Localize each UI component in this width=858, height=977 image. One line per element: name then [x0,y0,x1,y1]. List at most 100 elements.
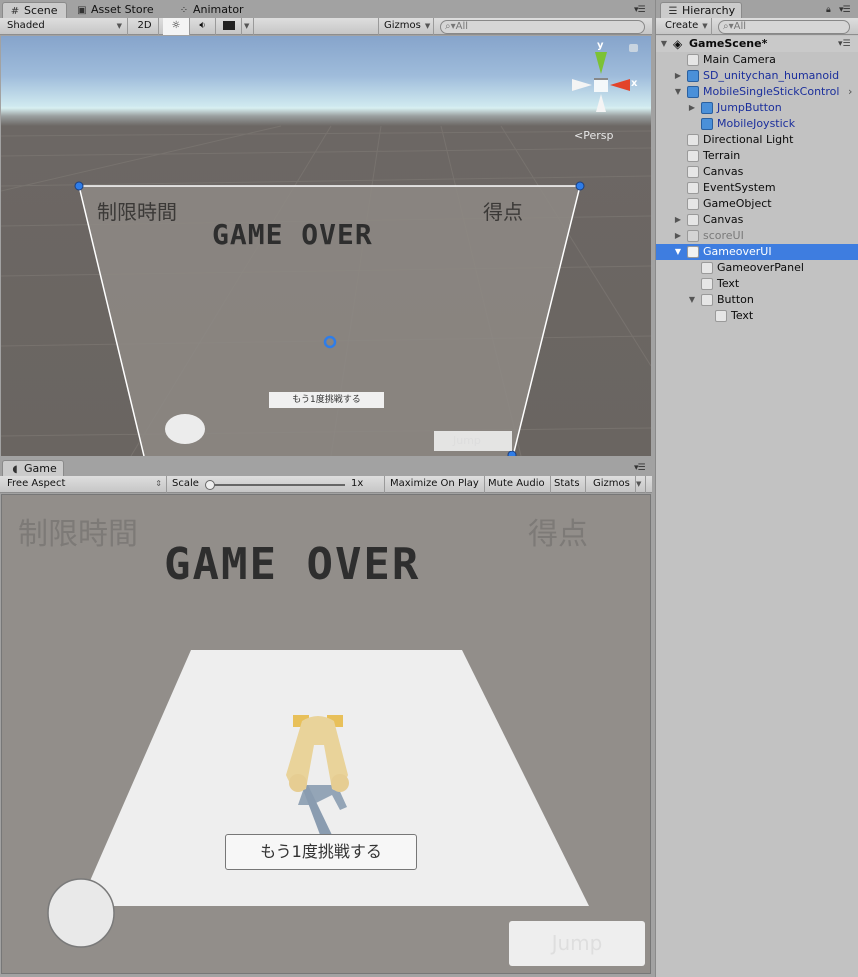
gameobject-cube-icon [687,166,699,178]
aspect-value: Free Aspect [7,478,66,489]
gameobject-cube-icon [701,278,713,290]
gameover-text: GAME OVER [164,539,421,590]
hierarchy-menu-icon[interactable]: ▾☰ [839,5,851,15]
canvas-handle-bottom-right[interactable] [507,450,517,456]
hierarchy-item[interactable]: ▶ JumpButton [656,100,858,116]
hierarchy-item[interactable]: GameoverPanel [656,260,858,276]
scale-slider-thumb[interactable] [205,480,215,490]
hierarchy-item[interactable]: Directional Light [656,132,858,148]
chevron-down-icon: ▼ [244,22,250,30]
game-viewport[interactable]: 制限時間 得点 GAME OVER もう1度挑戦する Jump [1,494,651,974]
tab-game[interactable]: ◖ Game [2,460,64,476]
x-axis-cone-icon[interactable] [610,79,630,91]
expand-arrow-icon[interactable]: ▼ [673,244,683,260]
list-icon: ☰ [668,6,678,17]
tab-animator[interactable]: ⁘ Animator [172,2,250,18]
neg-x-cone-icon[interactable] [572,79,592,91]
hierarchy-item[interactable]: Text [656,308,858,324]
chevron-down-icon: ▼ [424,22,431,30]
scene-search-input[interactable]: ⌕▾All [440,20,645,34]
hierarchy-item-label: Text [731,309,754,322]
hierarchy-item-label: SD_unitychan_humanoid [703,69,840,82]
scene-root-row[interactable]: ▼ ◈ GameScene* ▾☰ [656,36,858,52]
game-gizmos-dropdown[interactable]: ▼ [634,476,646,493]
game-panel-menu-icon[interactable]: ▾☰ [634,463,646,473]
retry-button[interactable]: もう1度挑戦する [225,834,417,870]
scene-retry-button: もう1度挑戦する [269,392,384,408]
search-icon: ⌕▾ [723,21,734,32]
y-axis-cone-icon[interactable] [595,52,607,74]
hierarchy-item[interactable]: MobileJoystick [656,116,858,132]
prefab-cube-icon [687,86,699,98]
collapse-arrow-icon[interactable]: ▶ [673,228,683,244]
lock-icon[interactable] [629,44,638,52]
hierarchy-item[interactable]: ▶ Canvas [656,212,858,228]
expand-arrow-icon[interactable]: ▼ [673,84,683,100]
canvas-handle-top-right[interactable] [575,181,585,191]
hierarchy-item[interactable]: ▼ Button [656,292,858,308]
scale-control: Scale 1x [167,476,385,493]
view-cube[interactable] [594,78,608,92]
scene-viewport[interactable]: 制限時間 得点 GAME OVER もう1度挑戦する Jump y x <Per… [1,36,651,456]
neg-y-cone-icon[interactable] [596,94,606,112]
hierarchy-tabstrip: ☰ Hierarchy 🔒︎ ▾☰ [656,0,858,18]
chevron-down-icon: ▼ [116,22,122,30]
joystick-base[interactable] [47,878,115,948]
2d-toggle[interactable]: 2D [131,18,159,35]
maximize-on-play-toggle[interactable]: Maximize On Play [385,476,485,493]
hierarchy-item[interactable]: EventSystem [656,180,858,196]
chevron-down-icon: ▼ [636,480,642,488]
gameobject-cube-icon [701,294,713,306]
tab-asset-store[interactable]: ▣ Asset Store [70,2,160,18]
expand-arrow-icon[interactable]: ▼ [687,292,697,308]
hierarchy-item[interactable]: Canvas [656,164,858,180]
shading-mode-dropdown[interactable]: Shaded ▼ [2,18,128,35]
game-gizmos-toggle[interactable]: Gizmos [588,476,636,493]
scene-menu-icon[interactable]: ▾☰ [838,36,851,52]
panel-menu-icon[interactable]: ▾☰ [634,5,646,15]
unity-logo-icon: ◈ [673,37,683,51]
expand-arrow-icon[interactable]: ▼ [659,36,669,52]
orientation-gizmo[interactable]: y x [567,40,637,112]
hierarchy-item-label: GameObject [703,197,772,210]
shading-mode-value: Shaded [7,20,45,31]
grid-icon: # [10,6,20,17]
lighting-toggle[interactable]: ☼ [163,18,190,35]
aspect-dropdown[interactable]: Free Aspect ⇕ [2,476,167,493]
stats-toggle[interactable]: Stats [549,476,586,493]
hierarchy-item[interactable]: ▼ MobileSingleStickControl › [656,84,858,100]
collapse-arrow-icon[interactable]: ▶ [673,212,683,228]
audio-toggle[interactable]: 🔉︎ [190,18,216,35]
tab-hierarchy[interactable]: ☰ Hierarchy [660,2,742,18]
create-dropdown[interactable]: Create ▼ [660,18,712,35]
collapse-arrow-icon[interactable]: ▶ [687,100,697,116]
hierarchy-item[interactable]: ▼ GameoverUI [656,244,858,260]
effects-toggle[interactable] [216,18,242,35]
effects-dropdown[interactable]: ▼ [242,18,254,35]
gizmos-dropdown[interactable]: Gizmos ▼ [378,18,434,35]
mute-audio-toggle[interactable]: Mute Audio [483,476,551,493]
jump-button[interactable]: Jump [509,921,645,966]
hierarchy-search-input[interactable]: ⌕▾All [718,20,850,34]
hierarchy-item[interactable]: Terrain [656,148,858,164]
scale-slider-track[interactable] [209,484,345,486]
tab-scene[interactable]: # Scene [2,2,67,18]
store-bag-icon: ▣ [77,5,87,16]
gameobject-cube-icon [687,150,699,162]
prefab-open-arrow-icon[interactable]: › [848,84,852,100]
projection-toggle[interactable]: <Persp [574,129,613,142]
hierarchy-item[interactable]: ▶ scoreUI [656,228,858,244]
hierarchy-item[interactable]: GameObject [656,196,858,212]
hierarchy-item[interactable]: Text [656,276,858,292]
hierarchy-item-label: Canvas [703,213,744,226]
hierarchy-item[interactable]: ▶ SD_unitychan_humanoid [656,68,858,84]
hierarchy-lock-icon[interactable]: 🔒︎ [826,5,831,15]
hierarchy-item-label: GameoverPanel [717,261,804,274]
hierarchy-item[interactable]: Main Camera [656,52,858,68]
scale-value: 1x [351,478,364,489]
gameobject-cube-icon [687,182,699,194]
speaker-icon: 🔉︎ [199,20,206,31]
collapse-arrow-icon[interactable]: ▶ [673,68,683,84]
canvas-handle-top-left[interactable] [74,181,84,191]
gameobject-cube-icon [687,134,699,146]
